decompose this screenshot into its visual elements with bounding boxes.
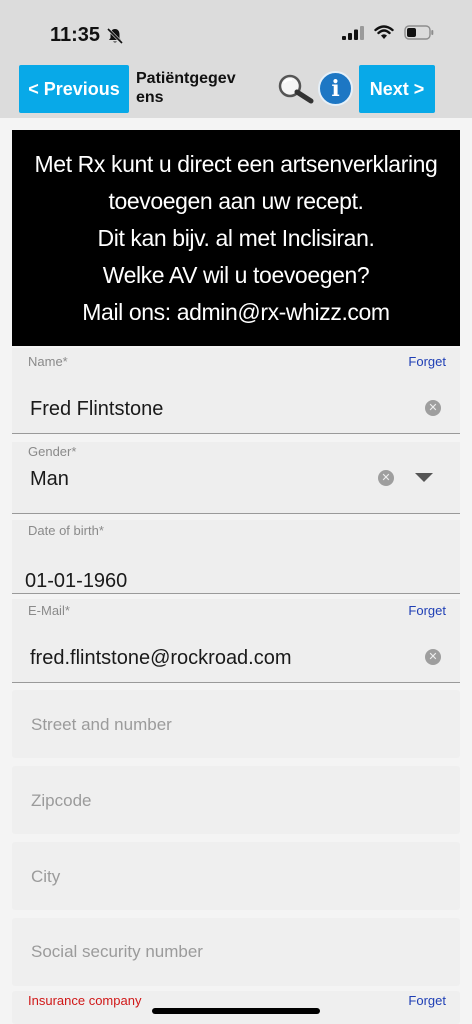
clock: 11:35 [50,24,101,46]
battery-icon [404,25,434,40]
email-forget-link[interactable]: Forget [408,603,446,618]
insurance-label: Insurance company [28,993,142,1008]
zipcode-input[interactable]: Zipcode [31,791,91,811]
city-field[interactable]: City [12,842,460,910]
insurance-forget-link[interactable]: Forget [408,993,446,1008]
next-button[interactable]: Next > [359,65,435,113]
banner-line: Met Rx kunt u direct een artsenverklarin… [34,150,438,177]
cellular-signal-icon [342,25,364,40]
name-label: Name* [28,354,68,369]
home-indicator[interactable] [152,1008,320,1014]
email-clear-icon[interactable]: ✕ [425,649,441,665]
banner-line: toevoegen aan uw recept. [108,187,364,214]
gender-clear-icon[interactable]: ✕ [378,470,394,486]
gender-label: Gender* [28,444,77,459]
gender-select[interactable]: Gender* Man ✕ [12,442,460,514]
chevron-down-icon[interactable] [415,473,433,482]
street-input[interactable]: Street and number [31,715,172,735]
dob-field[interactable]: Date of birth* 01-01-1960 [12,520,460,594]
email-field[interactable]: E-Mail* Forget fred.flintstone@rockroad.… [12,599,460,683]
previous-button[interactable]: < Previous [19,65,129,113]
ssn-input[interactable]: Social security number [31,942,203,962]
name-clear-icon[interactable]: ✕ [425,400,441,416]
name-input[interactable]: Fred Flintstone [30,398,163,421]
page-title: Patiëntgegevens [136,70,236,106]
info-banner: Met Rx kunt u direct een artsenverklarin… [12,130,460,346]
name-field[interactable]: Name* Forget Fred Flintstone ✕ [12,348,460,434]
email-label: E-Mail* [28,603,70,618]
street-field[interactable]: Street and number [12,690,460,758]
email-input[interactable]: fred.flintstone@rockroad.com [30,647,292,670]
city-input[interactable]: City [31,867,60,887]
zipcode-field[interactable]: Zipcode [12,766,460,834]
banner-line: Welke AV wil u toevoegen? [102,261,370,288]
status-icons [342,25,434,40]
banner-line: Dit kan bijv. al met Inclisiran. [97,224,375,251]
name-forget-link[interactable]: Forget [408,354,446,369]
ssn-field[interactable]: Social security number [12,918,460,986]
patient-details-screen: 11:35 < Previous Patiëntgegevens i Next … [0,0,472,1024]
status-time: 11:35 [50,24,124,47]
gender-value[interactable]: Man [30,468,69,491]
banner-line: Mail ons: admin@rx-whizz.com [82,298,390,325]
dob-label: Date of birth* [28,523,104,538]
dob-input[interactable]: 01-01-1960 [25,570,127,593]
bell-slash-icon [107,27,124,44]
search-icon[interactable] [274,72,314,104]
wifi-icon [374,25,394,39]
info-icon[interactable]: i [318,71,353,106]
